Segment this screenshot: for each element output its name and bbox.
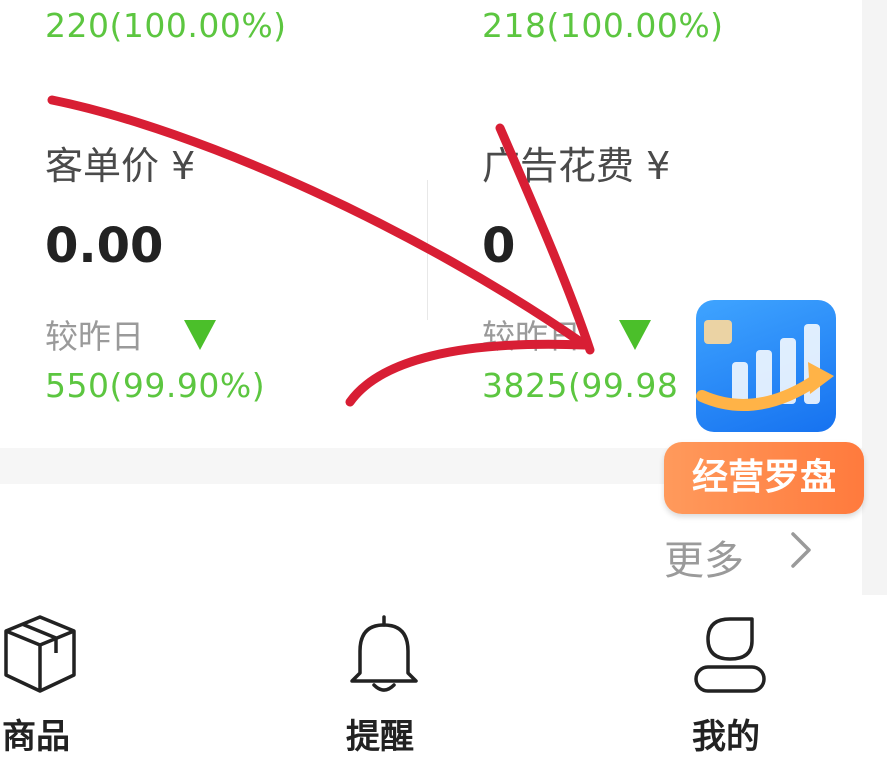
- badge-label: 经营罗盘: [664, 442, 864, 514]
- ad-spend-change: 3825(99.98: [482, 366, 679, 405]
- avg-order-change: 550(99.90%): [45, 366, 266, 405]
- avg-order-label: 客单价 ¥: [45, 144, 196, 188]
- tab-profile[interactable]: 我的: [680, 595, 790, 775]
- avg-order-compare-label: 较昨日: [45, 317, 144, 356]
- bar-chart-arrow-icon: [696, 300, 836, 432]
- user-icon: [692, 615, 768, 701]
- ad-spend-compare-label: 较昨日: [482, 317, 581, 356]
- tab-profile-label: 我的: [692, 717, 760, 757]
- bottom-tab-bar: 商品 提醒 我的: [0, 595, 887, 783]
- ad-spend-label: 广告花费 ¥: [482, 144, 671, 188]
- top-right-change: 218(100.00%): [482, 6, 724, 45]
- bell-icon: [346, 615, 422, 701]
- business-compass-badge[interactable]: 经营罗盘: [664, 300, 866, 514]
- ad-spend-value: 0: [482, 218, 516, 274]
- chevron-right-icon[interactable]: [785, 530, 815, 570]
- box-icon: [2, 613, 78, 699]
- tab-products[interactable]: 商品: [0, 595, 110, 775]
- trend-down-icon: [619, 320, 651, 350]
- tab-reminders[interactable]: 提醒: [330, 595, 440, 775]
- tab-reminders-label: 提醒: [346, 717, 414, 757]
- more-link[interactable]: 更多: [664, 528, 744, 586]
- column-divider: [427, 180, 428, 320]
- avg-order-value: 0.00: [45, 218, 164, 274]
- tab-products-label: 商品: [2, 717, 70, 757]
- trend-down-icon: [184, 320, 216, 350]
- top-left-change: 220(100.00%): [45, 6, 287, 45]
